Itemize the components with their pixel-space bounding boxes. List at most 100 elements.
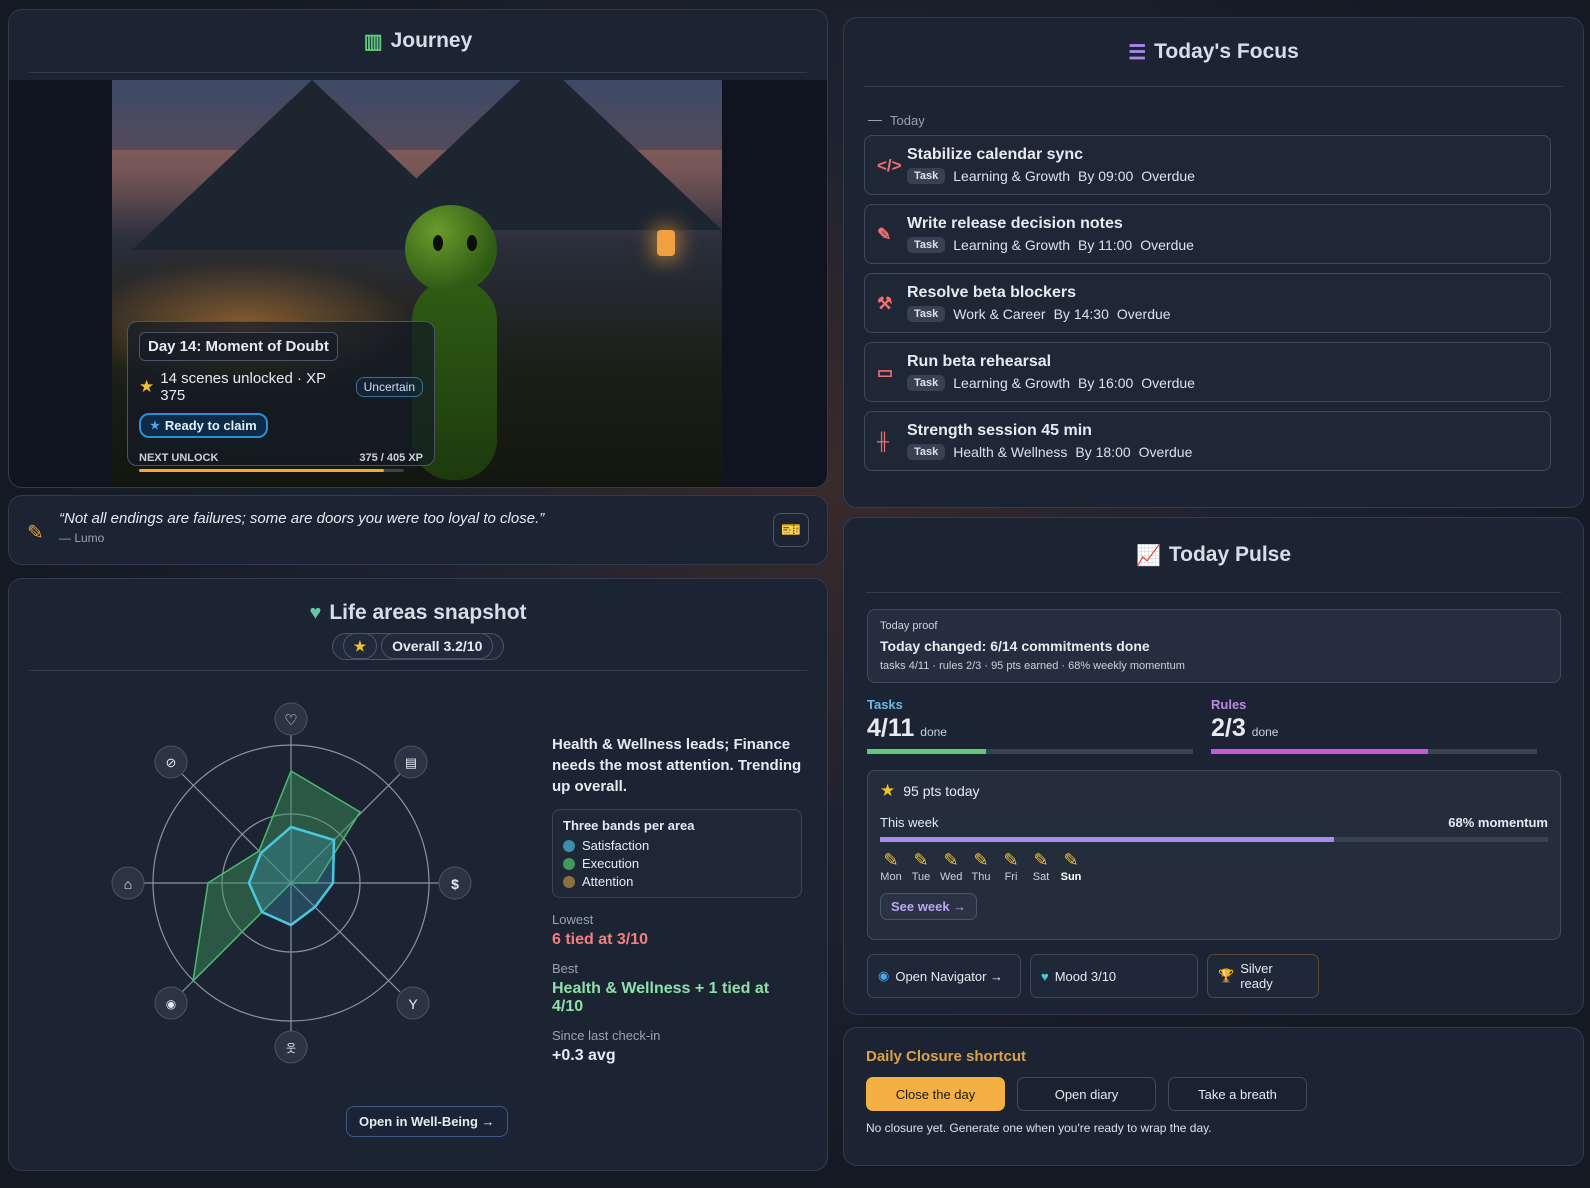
journey-title: Journey — [390, 29, 473, 52]
compass-icon: ⊘ — [166, 755, 177, 770]
feather-icon: ✎ — [1063, 850, 1079, 870]
cocktail-icon: Y — [408, 996, 418, 1012]
task-status: Overdue — [1141, 375, 1195, 391]
task-due: By 16:00 — [1078, 375, 1134, 391]
task-due: By 11:00 — [1078, 237, 1133, 253]
feather-icon: ✎ — [973, 850, 989, 870]
xp-progress: 375 / 405 XP — [359, 452, 423, 464]
tasks-value: 4/11 — [867, 714, 915, 742]
heart-icon: ♡ — [284, 712, 297, 729]
bands-title: Three bands per area — [563, 818, 695, 833]
list-check-icon: ☰ — [1128, 41, 1147, 64]
xp-progress-bar — [139, 469, 404, 472]
life-areas-card: ♥ Life areas snapshot ★ Overall 3.2/10 ♡… — [8, 578, 828, 1171]
task-item[interactable]: </> Stabilize calendar sync Task Learning… — [864, 135, 1551, 195]
dumbbell-icon: ╫ — [877, 432, 890, 451]
star-icon: ★ — [150, 420, 160, 432]
chart-line-icon: 📈 — [1135, 544, 1161, 567]
see-week-button[interactable]: See week → — [880, 893, 978, 920]
task-area: Health & Wellness — [953, 444, 1068, 460]
lead-text: Health & Wellness leads; Finance needs t… — [552, 736, 802, 795]
day-item: ✎ Tue — [910, 850, 932, 883]
quote-text: “Not all endings are failures; some are … — [59, 510, 545, 527]
pts-today: 95 pts today — [903, 783, 980, 799]
feather-icon: ✎ — [913, 850, 929, 870]
mood-badge: Uncertain — [355, 377, 423, 397]
best-value: Health & Wellness + 1 tied at 4/10 — [552, 980, 770, 1015]
task-tag: Task — [907, 168, 946, 184]
star-icon: ★ — [880, 781, 896, 800]
take-breath-button[interactable]: Take a breath — [1168, 1077, 1307, 1111]
week-days: ✎ Mon ✎ Tue ✎ Wed ✎ Thu ✎ Fri ✎ Sat ✎ Sun — [880, 850, 1548, 883]
task-tag: Task — [907, 306, 946, 322]
focus-header: ☰ Today's Focus — [844, 18, 1583, 86]
rules-value: 2/3 — [1211, 714, 1246, 742]
band-satisfaction: Satisfaction — [563, 838, 791, 853]
day-label: Sun — [1060, 871, 1082, 883]
task-tag: Task — [907, 237, 946, 253]
task-name: Strength session 45 min — [907, 422, 1092, 439]
silver-ready-chip[interactable]: 🏆 Silver ready — [1207, 954, 1319, 998]
open-navigator-chip[interactable]: ◉ Open Navigator → — [867, 954, 1021, 998]
tickets-icon[interactable]: 🎫 — [773, 513, 809, 547]
ready-to-claim-button[interactable]: ★ Ready to claim — [139, 413, 268, 438]
code-icon: </> — [877, 156, 902, 175]
band-execution: Execution — [563, 856, 791, 871]
task-due: By 09:00 — [1078, 168, 1134, 184]
proof-title: Today changed: 6/14 commitments done — [880, 638, 1150, 654]
task-area: Learning & Growth — [953, 237, 1070, 253]
feather-icon: ✎ — [883, 850, 899, 870]
overall-text: Overall 3.2/10 — [381, 633, 494, 659]
rules-done: done — [1251, 725, 1279, 739]
journey-scene[interactable]: Day 14: Moment of Doubt ★ 14 scenes unlo… — [9, 80, 827, 487]
best-label: Best — [552, 961, 579, 976]
pulse-card: 📈 Today Pulse Today proof Today changed:… — [843, 517, 1584, 1015]
task-item[interactable]: ▭ Run beta rehearsal Task Learning & Grow… — [864, 342, 1551, 402]
day-label: Wed — [940, 871, 963, 883]
task-name: Stabilize calendar sync — [907, 146, 1084, 163]
life-summary: Health & Wellness leads; Finance needs t… — [552, 734, 802, 1065]
task-item[interactable]: ✎ Write release decision notes Task Learn… — [864, 204, 1551, 264]
today-proof: Today proof Today changed: 6/14 commitme… — [867, 609, 1561, 683]
task-item[interactable]: ⚒ Resolve beta blockers Task Work & Caree… — [864, 273, 1551, 333]
feather-icon: ✎ — [1033, 850, 1049, 870]
dollar-icon: $ — [451, 876, 459, 892]
open-diary-button[interactable]: Open diary — [1017, 1077, 1156, 1111]
overall-badge: ★ Overall 3.2/10 — [331, 633, 505, 660]
task-item[interactable]: ╫ Strength session 45 min Task Health & W… — [864, 411, 1551, 471]
home-icon: ⌂ — [124, 876, 132, 892]
presentation-icon: ▭ — [877, 363, 894, 382]
feather-icon: ✎ — [943, 850, 959, 870]
close-day-button[interactable]: Close the day — [866, 1077, 1005, 1111]
closure-card: Daily Closure shortcut Close the day Ope… — [843, 1027, 1584, 1166]
task-area: Learning & Growth — [953, 375, 1070, 391]
open-wellbeing-button[interactable]: Open in Well-Being → — [346, 1106, 508, 1137]
day-item: ✎ Fri — [1000, 850, 1022, 883]
journey-overlay: Day 14: Moment of Doubt ★ 14 scenes unlo… — [127, 321, 435, 472]
momentum-bar — [880, 837, 1548, 842]
rules-progress-bar — [1211, 749, 1537, 754]
pulse-title: Today Pulse — [1168, 543, 1292, 566]
tasks-label: Tasks — [867, 697, 903, 712]
trophy-icon: 🏆 — [1218, 968, 1235, 983]
task-due: By 14:30 — [1053, 306, 1109, 322]
day-item: ✎ Sat — [1030, 850, 1052, 883]
task-tag: Task — [907, 375, 946, 391]
heart-icon: ♥ — [1041, 968, 1049, 984]
wrench-icon: ⚒ — [877, 294, 893, 313]
quote-author: — Lumo — [59, 531, 105, 545]
mood-chip[interactable]: ♥ Mood 3/10 — [1030, 954, 1198, 998]
feather-icon: ✎ — [27, 522, 44, 544]
band-attention: Attention — [563, 874, 791, 889]
tasks-metric: Tasks 4/11 done — [867, 697, 1193, 754]
compass-icon: ◉ — [878, 968, 890, 983]
task-area: Work & Career — [953, 306, 1046, 322]
task-status: Overdue — [1140, 237, 1194, 253]
briefcase-icon: ▤ — [405, 755, 417, 770]
day-item: ✎ Thu — [970, 850, 992, 883]
rules-metric: Rules 2/3 done — [1211, 697, 1537, 754]
life-header: ♥ Life areas snapshot — [9, 601, 827, 625]
claim-label: Ready to claim — [164, 418, 257, 433]
this-week-label: This week — [880, 815, 939, 830]
proof-label: Today proof — [880, 620, 938, 632]
